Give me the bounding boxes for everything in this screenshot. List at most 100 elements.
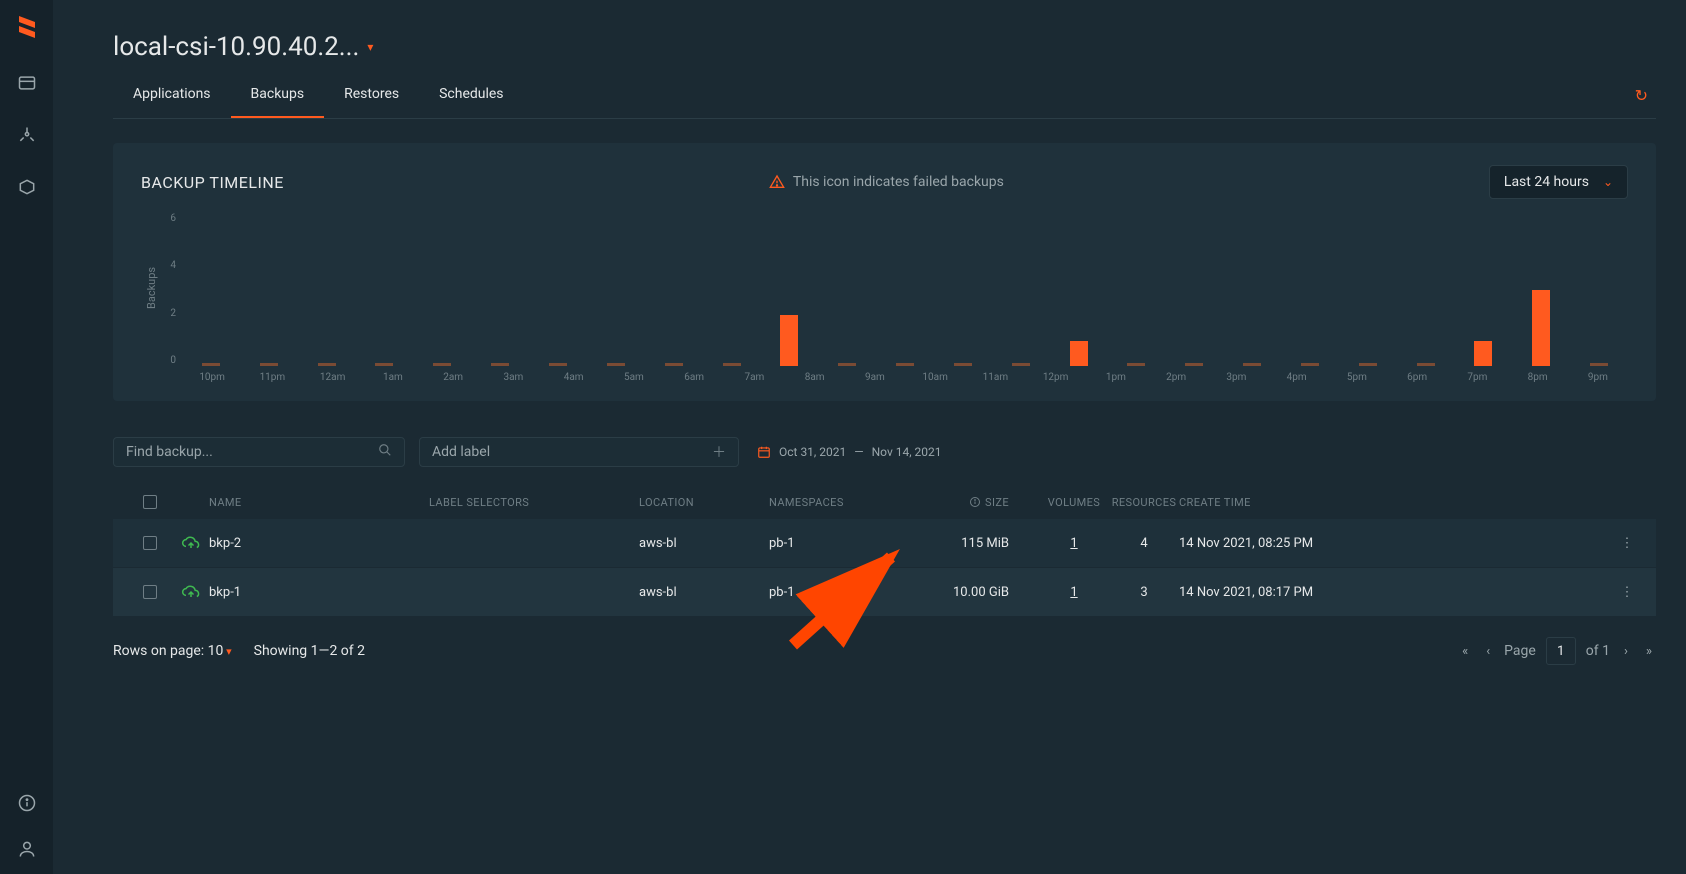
tab-schedules[interactable]: Schedules bbox=[419, 72, 523, 118]
chart-bar[interactable] bbox=[760, 213, 818, 366]
calendar-icon bbox=[757, 445, 771, 459]
col-labels[interactable]: LABEL SELECTORS bbox=[429, 496, 639, 509]
breadcrumb-title: local-csi-10.90.40.2... bbox=[113, 32, 359, 62]
chart-bar[interactable] bbox=[1223, 213, 1281, 366]
add-icon[interactable]: ＋ bbox=[712, 442, 726, 462]
sidebar bbox=[0, 0, 53, 874]
chart-bar[interactable] bbox=[1050, 213, 1108, 366]
date-range[interactable]: Oct 31, 2021 — Nov 14, 2021 bbox=[757, 445, 942, 459]
tabs: Applications Backups Restores Schedules bbox=[113, 72, 524, 118]
col-location[interactable]: LOCATION bbox=[639, 496, 769, 509]
cell-size: 10.00 GiB bbox=[919, 585, 1039, 600]
chart-bar[interactable] bbox=[818, 213, 876, 366]
page-label: Page bbox=[1504, 643, 1536, 659]
row-menu-icon[interactable]: ⋮ bbox=[1612, 585, 1642, 600]
col-size[interactable]: SIZE bbox=[919, 496, 1039, 509]
col-name[interactable]: NAME bbox=[209, 496, 429, 509]
chart-bar[interactable] bbox=[413, 213, 471, 366]
prev-page-button[interactable]: ‹ bbox=[1482, 640, 1494, 663]
y-ticks: 6420 bbox=[162, 213, 176, 366]
chart-bar[interactable] bbox=[1512, 213, 1570, 366]
chart-bar[interactable] bbox=[1165, 213, 1223, 366]
page-of: of 1 bbox=[1586, 643, 1610, 659]
tab-backups[interactable]: Backups bbox=[231, 72, 325, 118]
showing-range: Showing 1—2 of 2 bbox=[254, 643, 365, 659]
cell-create-time: 14 Nov 2021, 08:25 PM bbox=[1179, 536, 1612, 551]
x-labels: 10pm11pm12am1am2am3am4am5am6am7am8am9am1… bbox=[162, 372, 1628, 383]
col-create-time[interactable]: CREATE TIME bbox=[1179, 496, 1612, 509]
chevron-down-icon: ⌄ bbox=[1603, 175, 1613, 189]
user-icon[interactable] bbox=[16, 838, 38, 860]
chart-bar[interactable] bbox=[645, 213, 703, 366]
timeline-chart: Backups 6420 10pm11pm12am1am2am3am4am5am… bbox=[141, 213, 1628, 383]
chart-bar[interactable] bbox=[1339, 213, 1397, 366]
pagination: « ‹ Page of 1 › » bbox=[1458, 637, 1656, 665]
row-menu-icon[interactable]: ⋮ bbox=[1612, 536, 1642, 551]
row-checkbox[interactable] bbox=[143, 585, 157, 599]
search-input[interactable]: Find backup... bbox=[113, 437, 405, 467]
col-namespaces[interactable]: NAMESPACES bbox=[769, 496, 919, 509]
chart-bar[interactable] bbox=[1108, 213, 1166, 366]
filters-row: Find backup... Add label ＋ Oct 31, 2021 … bbox=[113, 437, 1656, 467]
cell-resources: 4 bbox=[1109, 536, 1179, 551]
tab-restores[interactable]: Restores bbox=[324, 72, 419, 118]
bars-row bbox=[182, 213, 1628, 366]
chart-bar[interactable] bbox=[876, 213, 934, 366]
chart-bar[interactable] bbox=[356, 213, 414, 366]
chart-bar[interactable] bbox=[1281, 213, 1339, 366]
info-small-icon bbox=[969, 496, 981, 508]
rows-on-page[interactable]: Rows on page: 10 ▾ bbox=[113, 643, 232, 659]
row-checkbox[interactable] bbox=[143, 536, 157, 550]
time-range-select[interactable]: Last 24 hours ⌄ bbox=[1489, 165, 1628, 199]
search-icon[interactable] bbox=[378, 443, 392, 461]
cell-create-time: 14 Nov 2021, 08:17 PM bbox=[1179, 585, 1612, 600]
cell-location: aws-bl bbox=[639, 585, 769, 600]
cell-location: aws-bl bbox=[639, 536, 769, 551]
timeline-hint: This icon indicates failed backups bbox=[769, 174, 1004, 190]
col-volumes[interactable]: VOLUMES bbox=[1039, 496, 1109, 509]
chart-bar[interactable] bbox=[1455, 213, 1513, 366]
chart-bar[interactable] bbox=[471, 213, 529, 366]
apps-icon[interactable] bbox=[16, 176, 38, 198]
cell-resources: 3 bbox=[1109, 585, 1179, 600]
warning-icon bbox=[769, 174, 785, 190]
status-icon bbox=[173, 533, 209, 553]
cell-volumes[interactable]: 1 bbox=[1039, 585, 1109, 600]
chart-bar[interactable] bbox=[1397, 213, 1455, 366]
col-resources[interactable]: RESOURCES bbox=[1109, 496, 1179, 509]
backups-table: NAME LABEL SELECTORS LOCATION NAMESPACES… bbox=[113, 485, 1656, 617]
dashboard-icon[interactable] bbox=[16, 72, 38, 94]
cell-name: bkp-1 bbox=[209, 585, 429, 600]
chart-bar[interactable] bbox=[298, 213, 356, 366]
chevron-down-icon: ▾ bbox=[367, 40, 373, 54]
next-page-button[interactable]: › bbox=[1620, 640, 1632, 663]
main-content: local-csi-10.90.40.2... ▾ Applications B… bbox=[53, 0, 1686, 874]
label-input[interactable]: Add label ＋ bbox=[419, 437, 739, 467]
logo-icon bbox=[15, 14, 39, 42]
table-row[interactable]: bkp-2 aws-bl pb-1 115 MiB 1 4 14 Nov 202… bbox=[113, 519, 1656, 568]
y-axis-label: Backups bbox=[141, 213, 162, 363]
first-page-button[interactable]: « bbox=[1458, 640, 1472, 663]
chart-bar[interactable] bbox=[1570, 213, 1628, 366]
chart-bar[interactable] bbox=[587, 213, 645, 366]
select-all-checkbox[interactable] bbox=[143, 495, 157, 509]
tab-applications[interactable]: Applications bbox=[113, 72, 231, 118]
breadcrumb[interactable]: local-csi-10.90.40.2... ▾ bbox=[113, 32, 373, 62]
cluster-icon[interactable] bbox=[16, 124, 38, 146]
cell-size: 115 MiB bbox=[919, 536, 1039, 551]
chart-bar[interactable] bbox=[992, 213, 1050, 366]
timeline-panel: BACKUP TIMELINE This icon indicates fail… bbox=[113, 143, 1656, 401]
refresh-icon[interactable]: ↻ bbox=[1627, 78, 1656, 113]
table-row[interactable]: bkp-1 aws-bl pb-1 10.00 GiB 1 3 14 Nov 2… bbox=[113, 568, 1656, 617]
chart-bar[interactable] bbox=[703, 213, 761, 366]
chart-bar[interactable] bbox=[240, 213, 298, 366]
last-page-button[interactable]: » bbox=[1642, 640, 1656, 663]
cell-namespace: pb-1 bbox=[769, 585, 919, 600]
chart-bar[interactable] bbox=[529, 213, 587, 366]
label-placeholder: Add label bbox=[432, 444, 490, 460]
chart-bar[interactable] bbox=[934, 213, 992, 366]
page-input[interactable] bbox=[1546, 637, 1576, 665]
chart-bar[interactable] bbox=[182, 213, 240, 366]
info-icon[interactable] bbox=[16, 792, 38, 814]
cell-volumes[interactable]: 1 bbox=[1039, 536, 1109, 551]
